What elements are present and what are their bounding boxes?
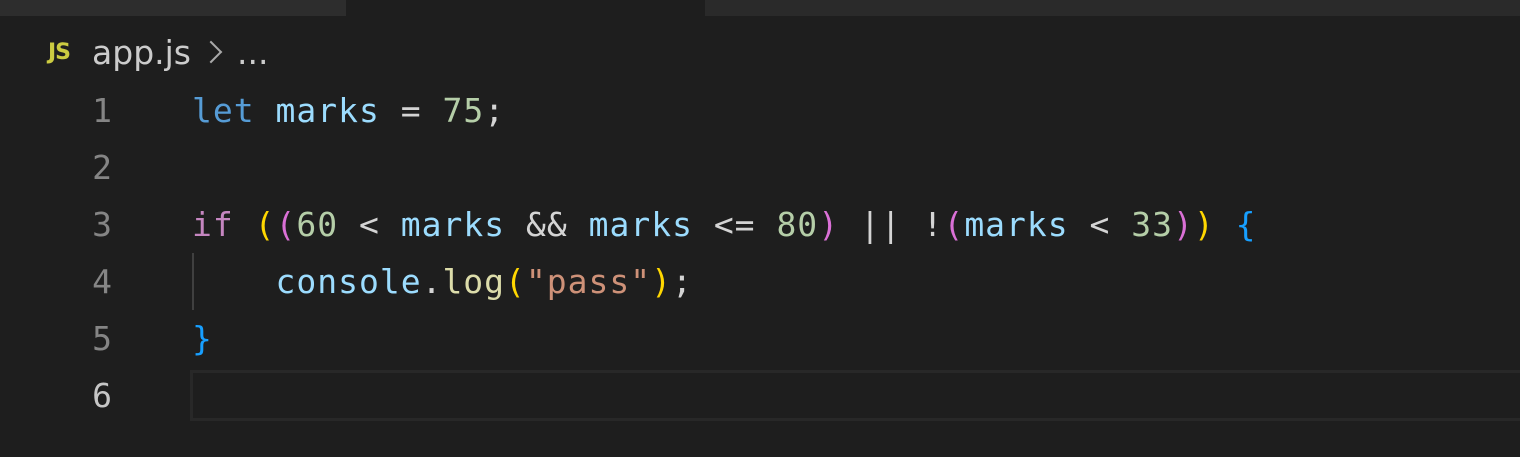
line-content: } (192, 319, 213, 358)
token-bracket: ( (254, 205, 276, 244)
token-number: 33 (1131, 205, 1174, 244)
token-number: 80 (776, 205, 819, 244)
token-operator: && (525, 205, 568, 244)
breadcrumb-file[interactable]: app.js (92, 33, 191, 72)
token-punctuation: ; (484, 91, 506, 130)
line-number: 2 (92, 148, 112, 187)
token-identifier: marks (964, 205, 1069, 244)
chevron-right-icon (199, 40, 223, 64)
token-identifier: marks (588, 205, 693, 244)
token-string: "pass" (525, 262, 652, 301)
token-identifier: console (275, 262, 422, 301)
token-operator: || (859, 205, 902, 244)
token-bracket: } (192, 319, 213, 358)
code-line-5[interactable]: 5 } (0, 310, 1520, 367)
token-operator: ! (922, 205, 944, 244)
token-bracket: { (1235, 205, 1257, 244)
token-identifier: marks (400, 205, 506, 244)
token-keyword: if (192, 205, 234, 244)
token-bracket: ( (275, 205, 297, 244)
line-number: 1 (92, 91, 112, 130)
tab-inactive-left[interactable] (0, 0, 346, 16)
line-number: 3 (92, 205, 112, 244)
tab-inactive-right[interactable] (705, 0, 1520, 16)
line-number: 5 (92, 319, 112, 358)
line-content: if ((60 < marks && marks <= 80) || !(mar… (192, 205, 1257, 244)
line-content: console.log("pass"); (192, 262, 693, 301)
token-operator: < (359, 205, 380, 244)
token-punctuation: ; (672, 262, 693, 301)
code-editor[interactable]: 1 let marks = 75; 2 3 if ((60 < marks &&… (0, 82, 1520, 424)
token-bracket: ) (651, 262, 673, 301)
tab-active-app-js[interactable] (346, 0, 705, 16)
code-line-2[interactable]: 2 (0, 139, 1520, 196)
code-line-1[interactable]: 1 let marks = 75; (0, 82, 1520, 139)
token-operator: = (400, 91, 422, 130)
token-bracket: ( (505, 262, 526, 301)
token-identifier: marks (275, 91, 380, 130)
token-bracket: ) (818, 205, 840, 244)
tab-strip (0, 0, 1520, 16)
token-operator: < (1089, 205, 1111, 244)
code-line-3[interactable]: 3 if ((60 < marks && marks <= 80) || !(m… (0, 196, 1520, 253)
breadcrumb-symbols[interactable]: ... (237, 33, 268, 72)
line-number-active: 6 (92, 376, 112, 415)
code-line-4[interactable]: 4 console.log("pass"); (0, 253, 1520, 310)
token-number: 75 (442, 91, 485, 130)
breadcrumb: JS app.js ... (48, 30, 268, 74)
current-line-highlight (190, 370, 1520, 421)
token-bracket: ) (1173, 205, 1194, 244)
token-function: log (442, 262, 506, 301)
line-content: let marks = 75; (192, 91, 505, 130)
javascript-file-icon: JS (48, 39, 71, 65)
token-punctuation: . (421, 262, 443, 301)
code-line-6[interactable]: 6 (0, 367, 1520, 424)
token-keyword: let (192, 91, 255, 130)
line-number: 4 (92, 262, 112, 301)
token-bracket: ) (1193, 205, 1215, 244)
token-bracket: ( (943, 205, 965, 244)
token-operator: <= (713, 205, 756, 244)
token-number: 60 (296, 205, 339, 244)
